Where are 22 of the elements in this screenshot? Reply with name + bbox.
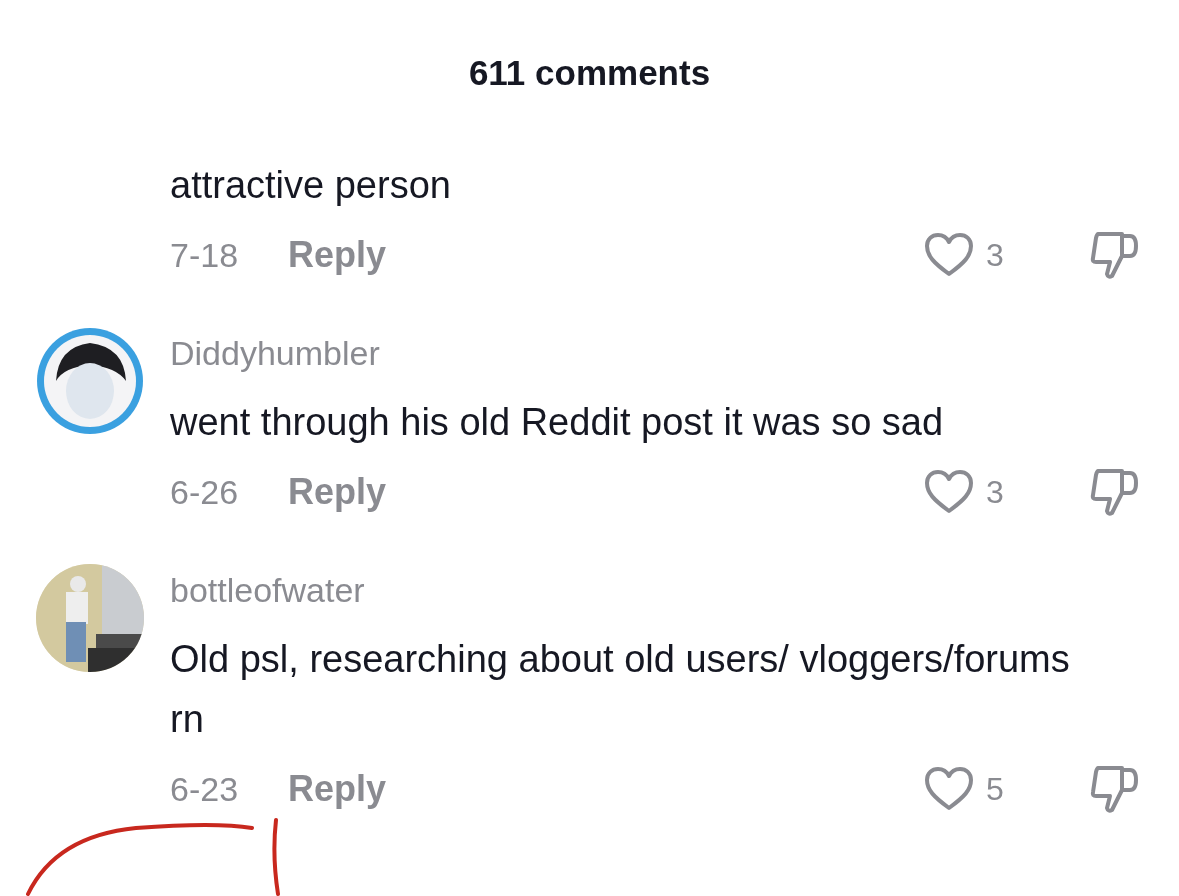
comment-text: Old psl, researching about old users/ vloggers/forums rn <box>170 637 1070 742</box>
thumbs-down-icon[interactable] <box>1088 764 1140 814</box>
heart-icon[interactable] <box>924 766 974 812</box>
comment-text: went through his old Reddit post it was so sad <box>170 400 944 445</box>
comment-date: 6-23 <box>170 769 239 809</box>
comment-date: 6-26 <box>170 472 239 512</box>
thumbs-down-icon[interactable] <box>1088 467 1140 517</box>
username[interactable]: bottleofwater <box>170 568 365 612</box>
like-count: 3 <box>986 236 1005 274</box>
heart-icon[interactable] <box>924 232 974 278</box>
comment-text: attractive person <box>170 163 451 208</box>
heart-icon[interactable] <box>924 469 974 515</box>
reply-button[interactable]: Reply <box>288 768 387 810</box>
avatar-icon[interactable] <box>36 327 144 435</box>
like-count: 3 <box>986 473 1005 511</box>
thumbs-down-icon[interactable] <box>1088 230 1140 280</box>
comments-count-title: 611 comments <box>468 52 711 94</box>
like-count: 5 <box>986 770 1005 808</box>
reply-button[interactable]: Reply <box>288 234 387 276</box>
username[interactable]: Diddyhumbler <box>170 331 380 375</box>
reply-button[interactable]: Reply <box>288 471 387 513</box>
comment-date: 7-18 <box>170 235 239 275</box>
